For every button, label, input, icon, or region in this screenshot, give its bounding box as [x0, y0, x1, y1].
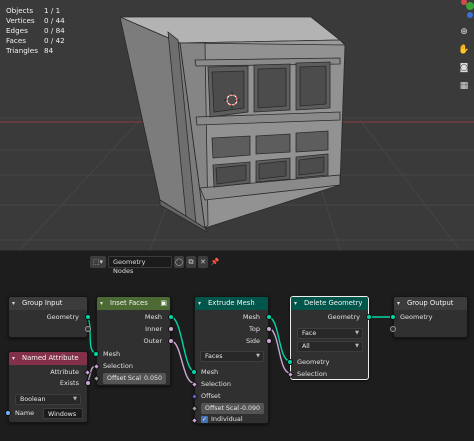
data-type-dropdown[interactable]: Boolean ▼	[15, 394, 81, 405]
individual-checkbox[interactable]: ✓	[201, 416, 208, 423]
named-attribute-node[interactable]: ▾ Named Attribute Attribute Exists Boole…	[5, 351, 92, 423]
output-socket-geometry[interactable]	[366, 314, 372, 320]
output-socket-inner[interactable]	[168, 326, 174, 332]
input-socket-mesh[interactable]	[93, 351, 99, 357]
socket-label-selection: Selection	[201, 380, 231, 388]
socket-label-selection: Selection	[103, 362, 133, 370]
output-socket-mesh[interactable]	[168, 314, 174, 320]
input-socket-mesh[interactable]	[191, 369, 197, 375]
input-socket-geometry[interactable]	[287, 359, 293, 365]
stat-triangles: Triangles 84	[6, 46, 54, 55]
collapse-chevron-icon[interactable]: ▾	[12, 352, 15, 365]
socket-label-mesh-out: Mesh	[242, 313, 260, 321]
socket-label-outer: Outer	[143, 337, 162, 345]
socket-label-top: Top	[249, 325, 260, 333]
socket-label-individual: Individual	[211, 415, 243, 423]
chevron-down-icon: ▼	[73, 396, 77, 402]
stat-objects: Objects 1 / 1	[6, 6, 61, 15]
navigation-gizmo[interactable]: ⊕ ✋ ◙ ▦	[452, 0, 474, 96]
socket-label-side: Side	[245, 337, 260, 345]
group-output-header[interactable]: ▾ Group Output	[394, 297, 467, 310]
input-socket-empty[interactable]	[390, 326, 396, 332]
offset-scale-field[interactable]: Offset Scal 0.050	[103, 373, 166, 384]
socket-label-geometry-in: Geometry	[297, 358, 330, 366]
output-socket-mesh[interactable]	[266, 314, 272, 320]
socket-label-geometry: Geometry	[400, 313, 433, 321]
scene-statistics: Objects 1 / 1 Vertices 0 / 44 Edges 0 / 84 …	[6, 6, 65, 56]
chevron-down-icon: ▼	[355, 343, 359, 349]
collapse-chevron-icon[interactable]: ▾	[198, 297, 201, 310]
collapse-chevron-icon[interactable]: ▾	[294, 297, 297, 310]
socket-label-inner: Inner	[145, 325, 162, 333]
output-socket-outer[interactable]	[168, 338, 174, 344]
inset-faces-header[interactable]: ▾ Inset Faces ▣	[97, 297, 170, 310]
viewport-scene	[0, 16, 474, 250]
camera-icon[interactable]: ◙	[458, 62, 470, 74]
output-socket-side[interactable]	[266, 338, 272, 344]
delete-geometry-node[interactable]: ▾ Delete Geometry Geometry Face ▼ All ▼ Ge…	[286, 296, 372, 380]
socket-label-mesh-in: Mesh	[103, 350, 121, 358]
socket-label-geometry-out: Geometry	[327, 313, 360, 321]
zoom-icon[interactable]: ⊕	[458, 26, 470, 38]
named-attribute-header[interactable]: ▾ Named Attribute	[9, 352, 87, 365]
stat-vertices: Vertices 0 / 44	[6, 16, 65, 25]
group-input-header[interactable]: ▾ Group Input	[9, 297, 87, 310]
extrude-mesh-node[interactable]: ▾ Extrude Mesh Mesh Top Side Faces ▼ Mesh…	[190, 296, 272, 425]
delete-geometry-header[interactable]: ▾ Delete Geometry	[291, 297, 368, 310]
extrude-mesh-header[interactable]: ▾ Extrude Mesh	[195, 297, 268, 310]
chevron-down-icon: ▼	[355, 330, 359, 336]
extrude-mode-dropdown[interactable]: Faces ▼	[200, 351, 264, 362]
input-socket-geometry[interactable]	[390, 314, 396, 320]
attribute-name-input[interactable]: Windows	[43, 408, 83, 419]
chevron-down-icon: ▼	[256, 353, 260, 359]
socket-label-geometry: Geometry	[46, 313, 79, 321]
socket-label-selection: Selection	[297, 370, 327, 378]
cube-mesh[interactable]	[119, 16, 346, 234]
output-socket-top[interactable]	[266, 326, 272, 332]
collapse-chevron-icon[interactable]: ▾	[397, 297, 400, 310]
socket-label-name: Name	[15, 409, 35, 417]
socket-label-attribute: Attribute	[50, 368, 79, 376]
output-socket-empty[interactable]	[85, 326, 91, 332]
collapse-chevron-icon[interactable]: ▾	[12, 297, 15, 310]
axis-gizmo-icon[interactable]	[452, 0, 474, 20]
group-output-node[interactable]: ▾ Group Output Geometry	[390, 296, 468, 338]
inset-faces-node[interactable]: ▾ Inset Faces ▣ Mesh Inner Outer Mesh Se…	[92, 296, 174, 386]
node-group-icon[interactable]: ▣	[160, 297, 167, 310]
output-socket-geometry[interactable]	[85, 314, 91, 320]
node-editor[interactable]: ⬚▾ Geometry Nodes ◯ ⧉ ✕ 📌 ▾ Group Input …	[0, 250, 474, 441]
socket-label-mesh-in: Mesh	[201, 368, 219, 376]
grid-icon[interactable]: ▦	[458, 80, 470, 92]
socket-label-exists: Exists	[59, 379, 79, 387]
offset-scale-field[interactable]: Offset Scal -0.090	[201, 403, 264, 414]
stat-faces: Faces 0 / 42	[6, 36, 65, 45]
collapse-chevron-icon[interactable]: ▾	[100, 297, 103, 310]
socket-label-mesh-out: Mesh	[144, 313, 162, 321]
3d-viewport[interactable]: Objects 1 / 1 Vertices 0 / 44 Edges 0 / 84 …	[0, 0, 474, 250]
output-socket-exists[interactable]	[85, 380, 91, 386]
input-socket-name[interactable]	[5, 410, 11, 416]
domain-dropdown[interactable]: Face ▼	[297, 328, 363, 339]
group-input-node[interactable]: ▾ Group Input Geometry	[8, 296, 91, 338]
stat-edges: Edges 0 / 84	[6, 26, 65, 35]
hand-icon[interactable]: ✋	[458, 44, 470, 56]
socket-label-offset: Offset	[201, 392, 221, 400]
delete-mode-dropdown[interactable]: All ▼	[297, 341, 363, 352]
